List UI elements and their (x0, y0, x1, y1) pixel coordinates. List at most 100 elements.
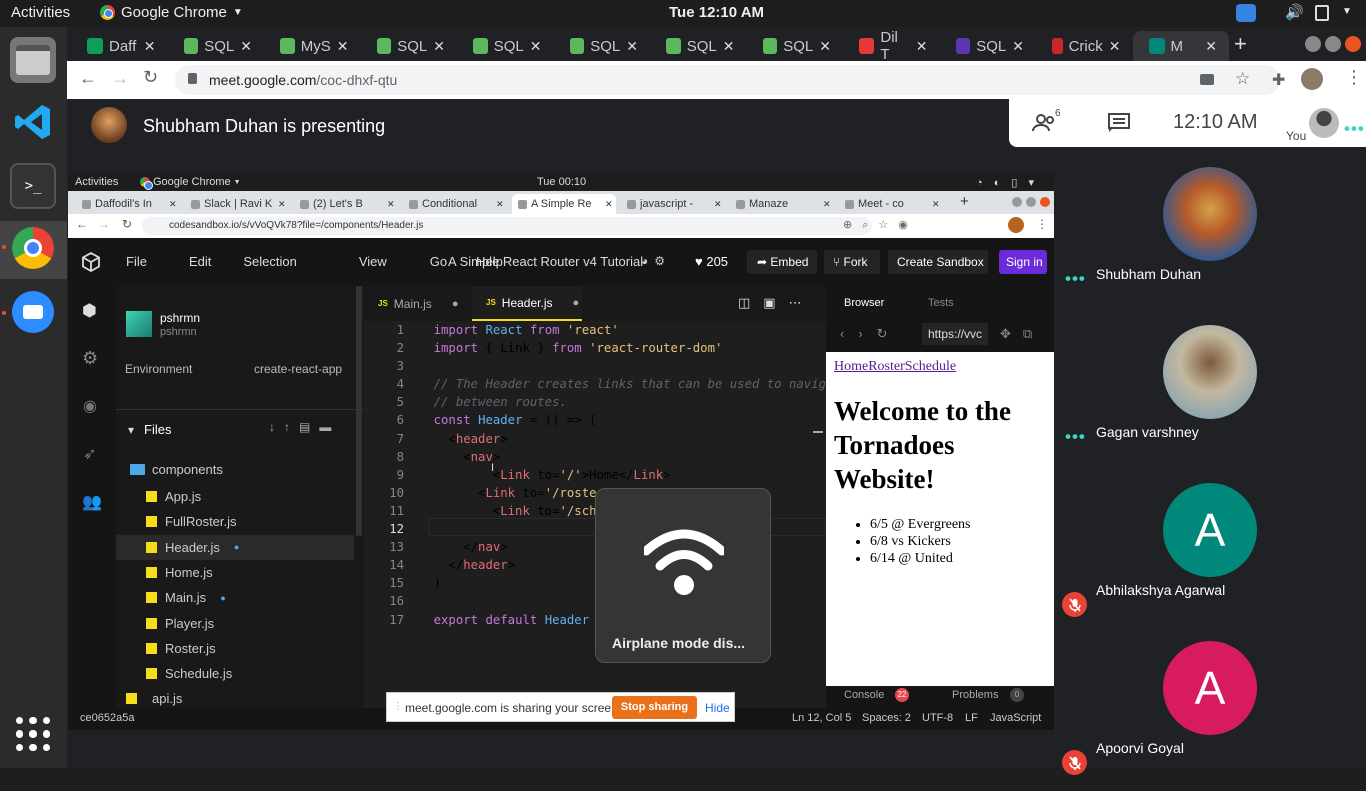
browser-tab[interactable]: SQL ✕ (554, 31, 651, 61)
volume-icon[interactable]: 🔊 (1285, 3, 1304, 21)
browser-tab[interactable]: Dil T ✕ (843, 29, 940, 63)
profile-avatar[interactable] (1301, 68, 1323, 90)
files-icon[interactable] (10, 37, 56, 83)
code-line: 6 const Header = () => ( (396, 413, 597, 428)
file-name: Home.js (165, 564, 213, 580)
browser-tab[interactable]: Crick ✕ (1036, 31, 1133, 61)
self-view-avatar[interactable] (1309, 108, 1339, 138)
stop-sharing-button[interactable]: Stop sharing (612, 696, 697, 719)
browser-tab[interactable]: SQL ✕ (747, 31, 844, 61)
browser-tab[interactable]: Daff ✕ (71, 31, 168, 61)
browser-tab[interactable]: SQL ✕ (457, 31, 554, 61)
participant-initial: A (1194, 662, 1226, 714)
participant-tile[interactable]: ••• Shubham Duhan (1054, 167, 1354, 317)
new-tab-button[interactable]: + (1234, 31, 1247, 57)
problems-tab: Problems (952, 689, 999, 701)
app-menu[interactable]: Google Chrome ▼ (100, 4, 243, 21)
tab-label: Daff (109, 37, 137, 55)
menu-file: File (126, 254, 147, 269)
folder-components: components (152, 462, 223, 477)
extensions-icon[interactable]: ✚ (1272, 70, 1285, 90)
inner-tab-close-icon: ✕ (823, 198, 831, 209)
browser-tab[interactable]: MyS ✕ (264, 31, 361, 61)
browser-tab: Browser (844, 297, 885, 309)
activities-button[interactable]: Activities (11, 4, 70, 21)
preview-window-icons: ✥⧉ (1000, 326, 1045, 341)
tab-favicon-icon (666, 38, 681, 54)
bookmark-star-icon[interactable]: ☆ (1235, 69, 1250, 89)
system-clock[interactable]: Tue 12:10 AM (669, 4, 764, 21)
browser-tab[interactable]: SQL ✕ (361, 31, 458, 61)
close-window-button[interactable] (1345, 36, 1361, 52)
code-line: 8 <nav> (396, 449, 501, 464)
back-icon[interactable]: ← (79, 68, 97, 89)
tab-close-icon[interactable]: ✕ (337, 38, 349, 55)
environment-label: Environment (125, 362, 193, 376)
participant-tile[interactable]: A Apoorvi Goyal (1054, 641, 1354, 791)
participant-tile[interactable]: ••• Gagan varshney (1054, 325, 1354, 475)
tab-close-icon[interactable]: ✕ (530, 38, 542, 55)
file-name: Schedule.js (165, 666, 233, 682)
tab-close-icon[interactable]: ✕ (240, 38, 252, 55)
inner-tab-close-icon: ✕ (605, 198, 613, 209)
codesandbox-header: File Edit Selection View Go Help A Simple Rea… (68, 238, 1054, 286)
browser-tab[interactable]: SQL ✕ (168, 31, 265, 61)
omnibox[interactable]: meet.google.com/coc-dhxf-qtu ☆ (175, 65, 1280, 95)
tab-close-icon[interactable]: ✕ (916, 38, 928, 55)
user-subname: pshrmn (160, 326, 197, 338)
editor-tab-main: JS Main.js ● (378, 296, 459, 311)
participant-tile[interactable]: A Abhilakshya Agarwal (1054, 483, 1354, 633)
forward-icon[interactable]: → (111, 68, 129, 89)
chat-icon[interactable] (1108, 113, 1130, 133)
inner-tab-label: javascript - (640, 198, 694, 210)
tab-close-icon[interactable]: ✕ (1012, 38, 1024, 55)
file-item: Roster.js (116, 636, 354, 661)
chevron-down-icon: ▼ (232, 7, 243, 18)
zoom-icon[interactable] (10, 289, 56, 335)
show-applications-icon[interactable] (16, 717, 50, 751)
minimize-button[interactable] (1305, 36, 1321, 52)
sharing-message: meet.google.com is sharing your screen. (405, 701, 622, 715)
chrome-dock-icon[interactable] (10, 225, 56, 271)
system-menu-chevron-icon[interactable]: ▼ (1342, 6, 1352, 17)
battery-icon[interactable] (1315, 5, 1329, 21)
speaking-indicator-icon: ••• (1065, 269, 1086, 288)
terminal-icon[interactable]: >_ (10, 163, 56, 209)
files-section-chevron-icon: ▾ (128, 423, 135, 437)
wifi-icon (644, 529, 724, 595)
browser-tab[interactable]: M ✕ (1132, 31, 1229, 61)
editor-layout-icons: ◫▣⋯ (738, 295, 815, 310)
inner-omnibox: codesandbox.io/s/vVoQVk78?file=/componen… (142, 217, 872, 235)
settings-gear-icon: ⚙ (82, 348, 99, 368)
tab-close-icon[interactable]: ✕ (1205, 38, 1217, 55)
file-item: App.js (116, 484, 354, 509)
camera-in-use-icon[interactable] (1200, 74, 1214, 85)
tab-favicon-icon (1052, 38, 1063, 54)
tab-close-icon[interactable]: ✕ (819, 38, 831, 55)
maximize-button[interactable] (1325, 36, 1341, 52)
app-name: Google Chrome (121, 4, 227, 21)
system-top-bar: Activities Google Chrome ▼ Tue 12:10 AM … (0, 0, 1366, 27)
chrome-menu-icon[interactable]: ⋮ (1345, 67, 1363, 88)
fork-label: Fork (843, 255, 868, 269)
speaking-indicator-icon: ••• (1065, 427, 1086, 446)
inner-browser-tab: A Simple Re ✕ (512, 194, 616, 214)
camera-indicator-icon[interactable] (1236, 4, 1256, 22)
tab-close-icon[interactable]: ✕ (626, 38, 638, 55)
participant-name: Gagan varshney (1096, 424, 1199, 440)
inner-reload-icon: ↻ (122, 217, 133, 231)
vscode-icon[interactable] (10, 99, 56, 145)
tab-close-icon[interactable]: ✕ (433, 38, 445, 55)
tab-close-icon[interactable]: ✕ (1109, 38, 1121, 55)
tab-favicon-icon (859, 38, 875, 54)
inner-new-tab-icon: + (960, 193, 969, 210)
url-host: meet.google.com (209, 72, 317, 88)
browser-tab[interactable]: SQL ✕ (650, 31, 747, 61)
browser-tab[interactable]: SQL ✕ (940, 31, 1037, 61)
drag-handle-icon[interactable]: ⋮ (393, 701, 403, 712)
reload-icon[interactable]: ↻ (143, 67, 158, 88)
hide-banner-button[interactable]: Hide (705, 701, 730, 715)
inner-tab-close-icon: ✕ (387, 198, 395, 209)
tab-close-icon[interactable]: ✕ (723, 38, 735, 55)
tab-close-icon[interactable]: ✕ (144, 38, 156, 55)
